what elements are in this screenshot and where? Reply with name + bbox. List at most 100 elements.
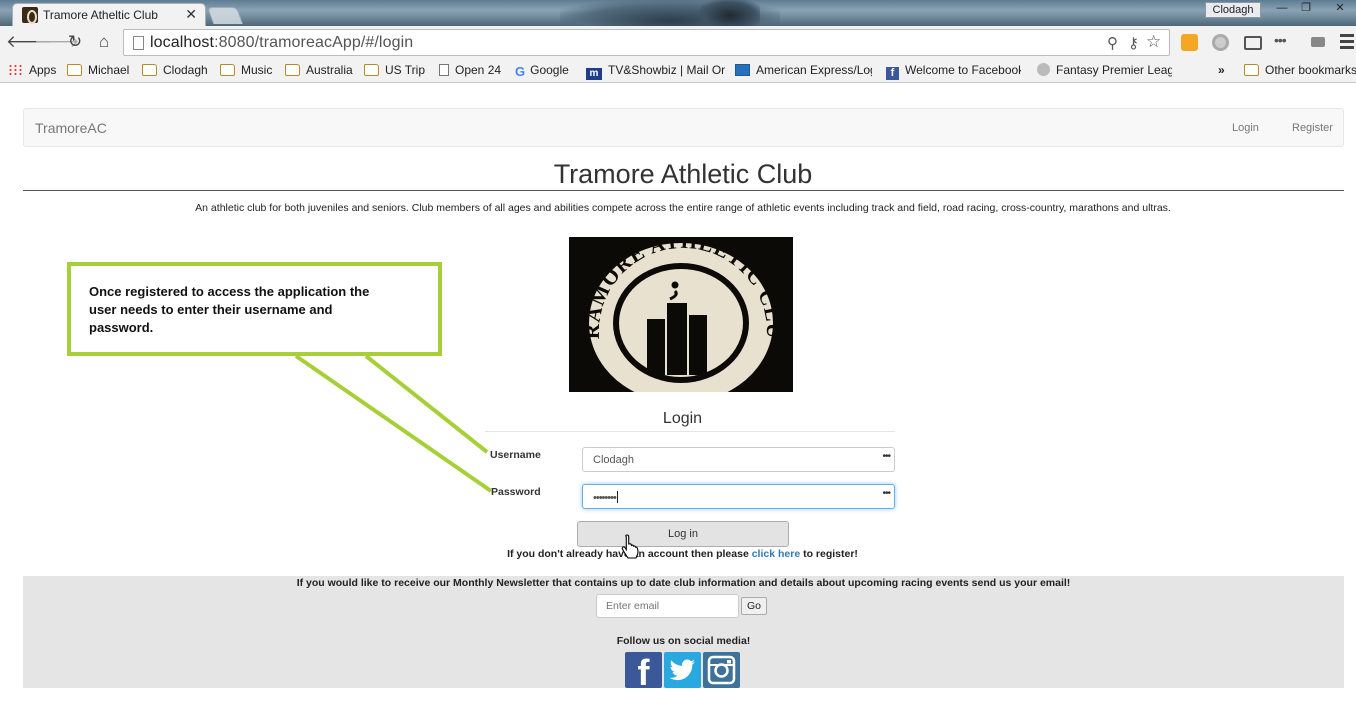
- tab-close-icon[interactable]: ✕: [185, 6, 197, 23]
- reload-button[interactable]: ↻: [64, 32, 86, 52]
- back-button[interactable]: 🡐: [6, 32, 52, 52]
- facebook-icon: f: [886, 67, 899, 80]
- password-label: Password: [491, 486, 541, 498]
- username-input[interactable]: Clodagh •••: [582, 447, 895, 472]
- club-logo-image: TRAMORE ATHLETIC CLUB: [569, 237, 793, 392]
- password-input[interactable]: •••••••• •••: [582, 484, 895, 509]
- bookmark-label: Music: [241, 63, 273, 77]
- bookmark-label: Fantasy Premier Leagu: [1056, 63, 1172, 77]
- title-divider: [23, 190, 1344, 191]
- hand-cursor-icon: [620, 533, 642, 559]
- bookmarks-bar: Apps Michael Clodagh Music Australia US …: [0, 59, 1356, 83]
- newsletter-footer: If you would like to receive our Monthly…: [23, 576, 1344, 693]
- tab-title: Tramore Atheltic Club: [43, 8, 158, 22]
- home-button[interactable]: ⌂: [93, 32, 115, 52]
- register-prompt: If you don't already have an account the…: [0, 548, 1356, 560]
- amex-icon: [735, 64, 750, 76]
- bookmark-label: Other bookmarks: [1265, 63, 1356, 77]
- theme-background-eagle: [700, 0, 760, 26]
- bookmark-label: Australia: [306, 63, 353, 77]
- url-text[interactable]: localhost:8080/tramoreacApp/#/login: [150, 34, 413, 52]
- key-icon[interactable]: ⚷: [1128, 34, 1139, 52]
- password-manager-icon[interactable]: •••: [882, 488, 890, 499]
- bookmark-fantasy-premier-league[interactable]: Fantasy Premier Leagu: [1037, 63, 1172, 79]
- minimize-button[interactable]: —: [1270, 1, 1294, 17]
- bookmark-label: Clodagh: [163, 63, 208, 77]
- browser-toolbar: 🡐 🡒 ↻ ⌂ localhost:8080/tramoreacApp/#/lo…: [0, 26, 1356, 59]
- login-divider: [485, 431, 895, 432]
- window-close-button[interactable]: ✕: [1325, 1, 1355, 17]
- bookmark-folder-music[interactable]: Music: [220, 63, 272, 79]
- profile-button[interactable]: Clodagh: [1205, 2, 1261, 18]
- rss-extension-icon[interactable]: [1181, 34, 1198, 51]
- site-brand[interactable]: TramoreAC: [35, 120, 107, 136]
- callout-text: Once registered to access the applicatio…: [89, 284, 370, 335]
- bookmark-label: Open 24: [455, 63, 502, 77]
- twitter-icon[interactable]: [664, 652, 701, 688]
- bookmark-folder-michael[interactable]: Michael: [67, 63, 129, 79]
- browser-menu-icon[interactable]: [1340, 34, 1354, 51]
- bookmark-folder-clodagh[interactable]: Clodagh: [142, 63, 208, 79]
- bookmark-amex[interactable]: American Express/Log: [735, 63, 872, 79]
- extension-dots-icon[interactable]: •••: [1274, 32, 1298, 49]
- extension-circle-icon[interactable]: [1212, 34, 1229, 51]
- bookmark-other[interactable]: Other bookmarks: [1244, 63, 1356, 79]
- maximize-button[interactable]: ❐: [1294, 1, 1318, 17]
- instagram-icon[interactable]: [703, 652, 740, 688]
- bookmark-apps[interactable]: Apps: [8, 63, 56, 79]
- bookmark-folder-us-trip[interactable]: US Trip: [364, 63, 425, 79]
- bookmark-dailymail[interactable]: m TV&Showbiz | Mail Or: [586, 63, 730, 80]
- newsletter-email-input[interactable]: [596, 594, 739, 618]
- page-icon: [133, 36, 144, 50]
- register-suffix: to register!: [800, 548, 858, 560]
- nav-register-link[interactable]: Register: [1292, 122, 1333, 134]
- forward-button[interactable]: 🡒: [34, 32, 80, 52]
- bookmark-google[interactable]: G Google: [515, 63, 569, 79]
- bookmark-star-icon[interactable]: ☆: [1146, 32, 1161, 52]
- bookmark-label: American Express/Log: [756, 63, 872, 77]
- folder-icon: [142, 64, 157, 76]
- club-favicon-icon: [22, 7, 38, 24]
- username-label: Username: [490, 449, 541, 461]
- site-navbar: TramoreAC Login Register: [23, 108, 1344, 147]
- newsletter-text: If you would like to receive our Monthly…: [296, 577, 1071, 589]
- username-value: Clodagh: [593, 454, 634, 466]
- login-heading: Login: [662, 410, 703, 427]
- page-title: Tramore Athletic Club: [553, 159, 813, 189]
- bookmark-label: Google: [530, 63, 569, 77]
- bookmark-open24[interactable]: Open 24: [437, 63, 501, 79]
- zoom-icon[interactable]: ⚲: [1107, 34, 1118, 52]
- register-link[interactable]: click here: [752, 548, 800, 560]
- folder-icon: [285, 64, 300, 76]
- bookmark-label: TV&Showbiz | Mail Or: [608, 63, 726, 77]
- nav-login-link[interactable]: Login: [1232, 122, 1259, 134]
- new-tab-button[interactable]: [206, 7, 244, 24]
- address-bar[interactable]: localhost:8080/tramoreacApp/#/login ⚲ ⚷ …: [123, 29, 1170, 56]
- password-value: ••••••••: [593, 492, 617, 504]
- google-icon: G: [515, 64, 526, 79]
- follow-social-text: Follow us on social media!: [616, 635, 751, 647]
- folder-icon: [67, 64, 82, 76]
- extension-play-icon[interactable]: [1311, 37, 1325, 47]
- premier-league-icon: [1037, 63, 1050, 76]
- folder-icon: [220, 64, 235, 76]
- tab-active[interactable]: Tramore Atheltic Club ✕: [12, 3, 206, 26]
- bookmark-label: Welcome to Facebook: [905, 63, 1021, 77]
- annotation-callout: Once registered to access the applicatio…: [67, 262, 442, 356]
- cast-icon[interactable]: [1244, 36, 1262, 50]
- bookmark-folder-australia[interactable]: Australia: [285, 63, 353, 79]
- facebook-icon[interactable]: f: [625, 652, 662, 693]
- page-icon: [439, 64, 449, 76]
- club-intro-text: An athletic club for both juveniles and …: [195, 202, 1171, 214]
- bookmark-label: US Trip: [385, 63, 426, 77]
- password-manager-icon[interactable]: •••: [882, 451, 890, 462]
- url-path: :8080/tramoreacApp/#/login: [214, 34, 414, 51]
- folder-icon: [364, 64, 379, 76]
- url-host: localhost: [150, 34, 215, 51]
- bookmark-facebook[interactable]: f Welcome to Facebook: [886, 63, 1021, 80]
- login-button[interactable]: Log in: [577, 521, 789, 547]
- bookmarks-overflow-button[interactable]: »: [1218, 63, 1225, 79]
- folder-icon: [1244, 64, 1259, 76]
- newsletter-go-button[interactable]: Go: [741, 597, 767, 615]
- bookmark-label: Michael: [88, 63, 130, 77]
